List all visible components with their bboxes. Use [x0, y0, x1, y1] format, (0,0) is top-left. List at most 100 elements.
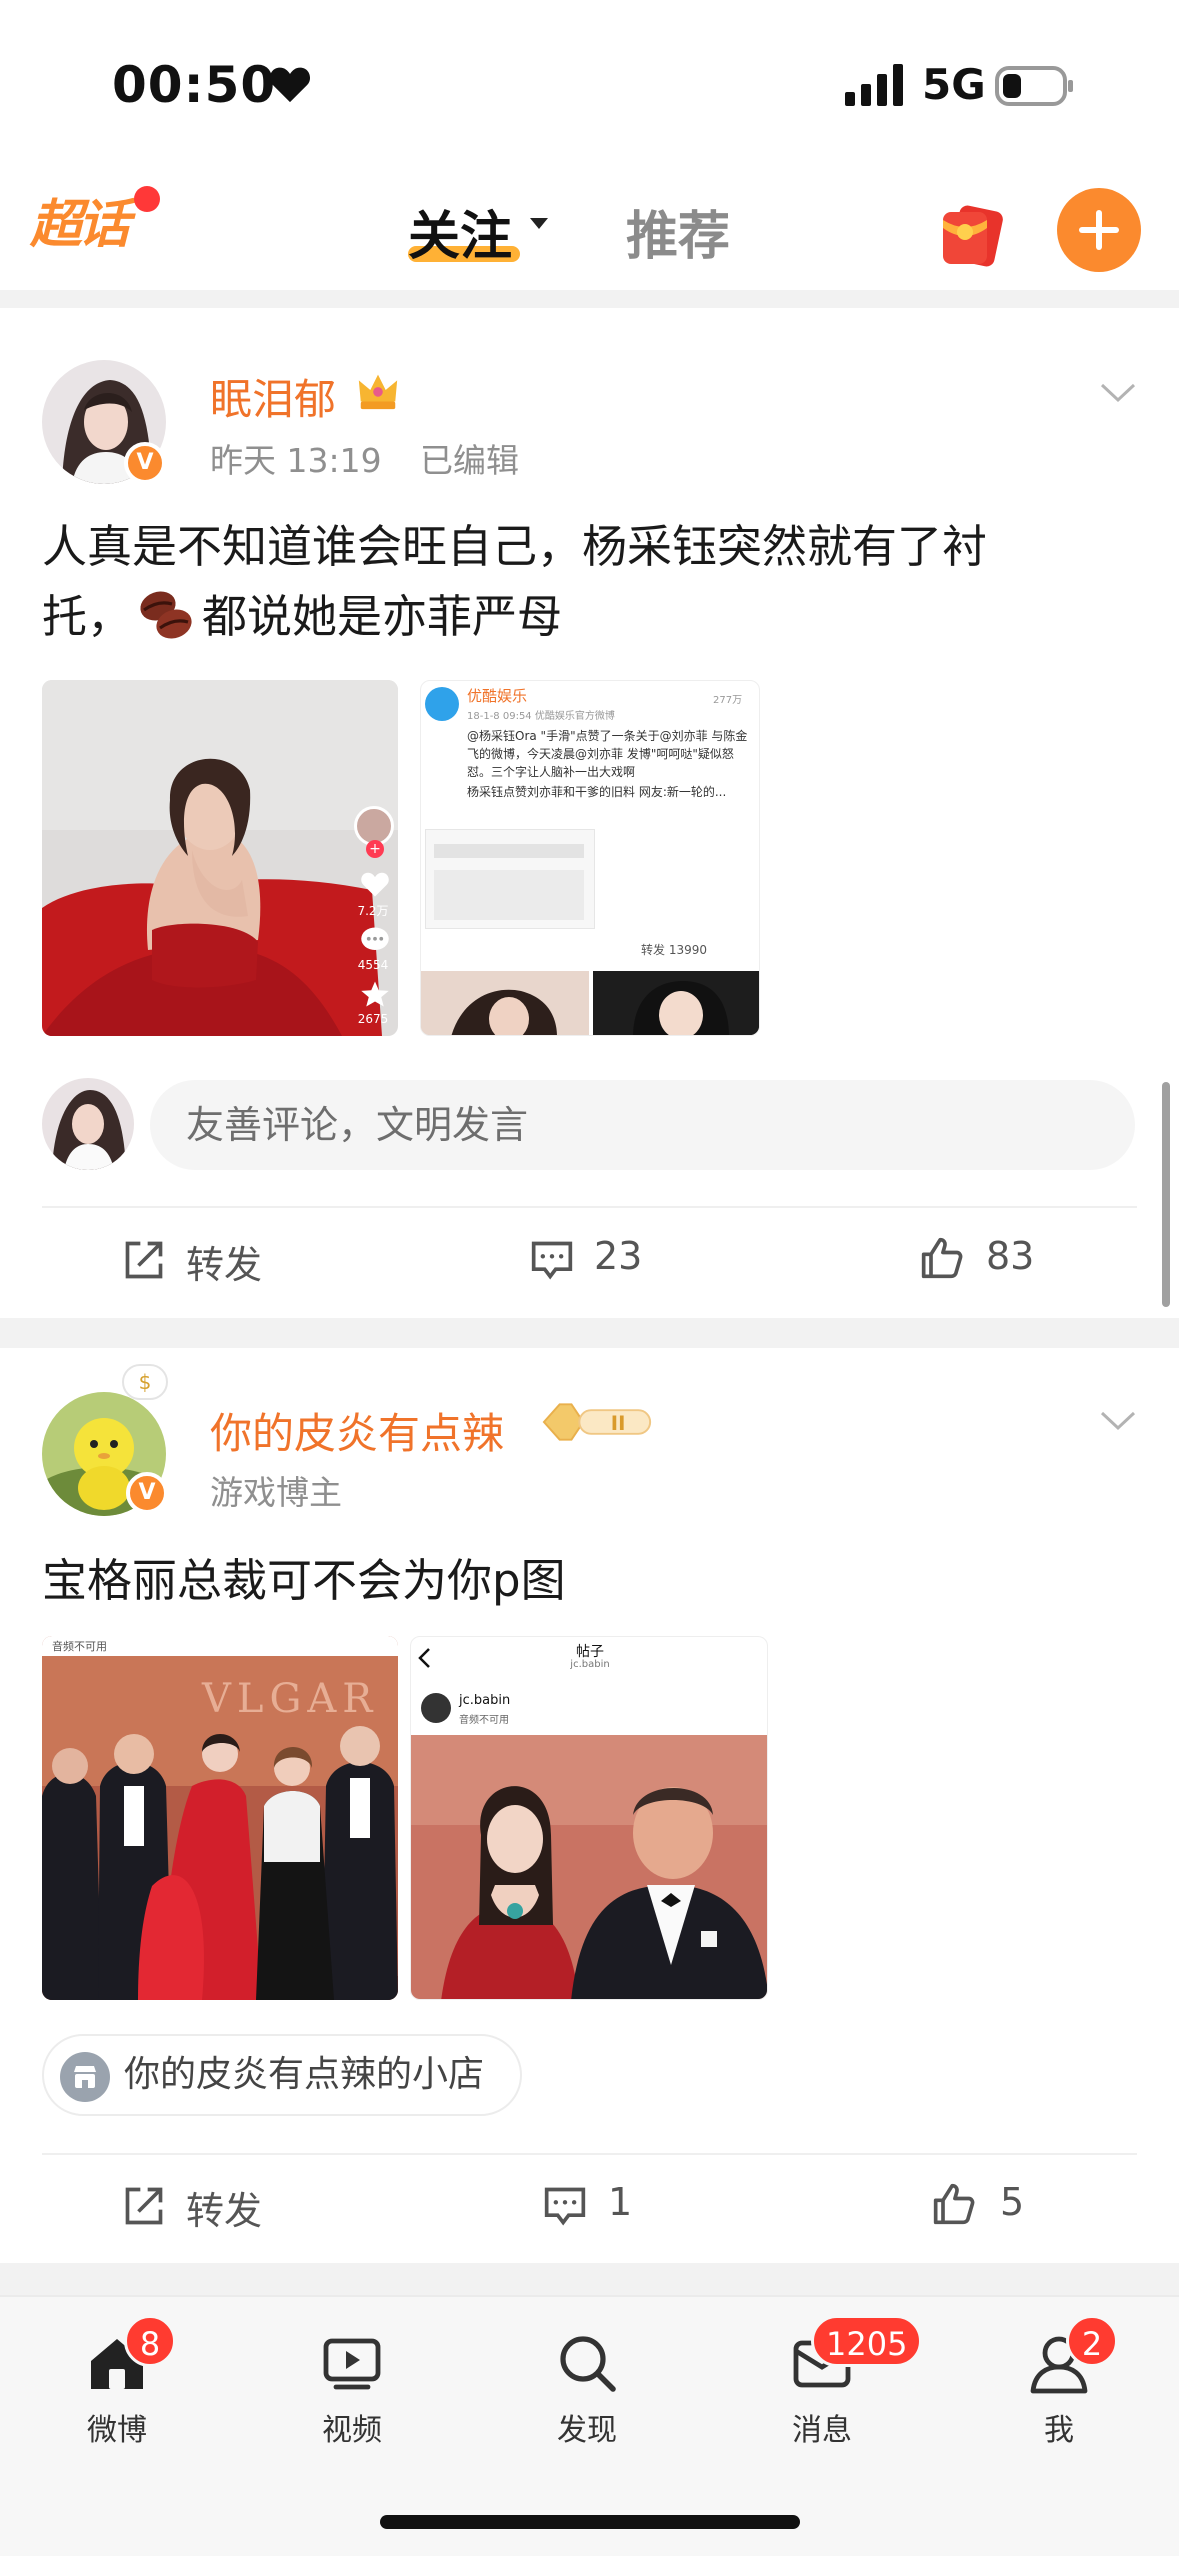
- coffee-beans-icon: [140, 591, 192, 639]
- comment-row: 友善评论，文明发言: [0, 1068, 1179, 1178]
- shop-icon: [60, 2052, 110, 2102]
- post-image[interactable]: 帖子 jc.babin jc.babin 音频不可用: [410, 1636, 768, 2000]
- svg-text:II: II: [611, 1412, 626, 1435]
- chaohua-logo: 超话: [30, 195, 130, 255]
- post-text: 宝格丽总裁可不会为你p图: [42, 1554, 566, 1607]
- source-sub: 18-1-8 09:54 优酷娱乐官方微博: [467, 711, 615, 722]
- section-gap: [0, 290, 1179, 308]
- tab-label: 消息: [792, 2413, 852, 2448]
- user-subtitle: 游戏博主: [210, 1473, 342, 1512]
- notification-badge: 8: [124, 2315, 176, 2367]
- chevron-down-icon[interactable]: [1100, 382, 1136, 404]
- chaohua-button[interactable]: 超话: [30, 194, 142, 256]
- followers-count: 277万: [713, 695, 743, 706]
- network-type: 5G: [922, 60, 986, 109]
- chevron-down-icon[interactable]: [1100, 1410, 1136, 1432]
- edited-label: 已编辑: [420, 441, 519, 480]
- heart-icon[interactable]: [360, 870, 390, 898]
- verified-badge: V: [126, 1472, 168, 1514]
- battery-icon: [995, 66, 1073, 106]
- shop-label: 你的皮炎有点辣的小店: [124, 2054, 485, 2095]
- tab-messages[interactable]: 消息 1205: [747, 2315, 923, 2477]
- youku-logo-icon: [425, 687, 459, 721]
- verified-badge: V: [124, 442, 166, 484]
- section-gap: [0, 1318, 1179, 1348]
- account-name: jc.babin: [459, 1693, 511, 1708]
- shop-link[interactable]: 你的皮炎有点辣的小店: [42, 2034, 523, 2116]
- embedded-screenshot: [425, 829, 595, 929]
- divider: [42, 2153, 1137, 2155]
- post-image[interactable]: 优酷娱乐 18-1-8 09:54 优酷娱乐官方微博 277万 @杨采钰Ora …: [420, 680, 760, 1036]
- photo-thumb: [421, 971, 589, 1035]
- tab-me[interactable]: 我 2: [984, 2315, 1134, 2477]
- like-count: 83: [986, 1234, 1035, 1278]
- thumbs-up-icon: [933, 2183, 975, 2225]
- feed-post: V 眠泪郁 昨天 13:19 已编辑 人真是不知道谁会旺自己，杨采钰突然就有了衬…: [0, 308, 1179, 1318]
- tab-label: 发现: [557, 2413, 617, 2448]
- comment-count: 1: [608, 2180, 633, 2224]
- like-count: 5: [1000, 2180, 1025, 2224]
- quoted-text-2: 杨采钰点赞刘亦菲和干爹的旧料 网友:新一轮的...: [467, 785, 727, 799]
- likes-count: 7.2万: [357, 904, 389, 918]
- user-name[interactable]: 你的皮炎有点辣: [210, 1400, 504, 1461]
- screen-subtitle: jc.babin: [570, 1659, 610, 1670]
- divider: [42, 1206, 1137, 1208]
- add-post-button[interactable]: [1057, 188, 1141, 272]
- repost-label: 转发: [186, 1243, 263, 1287]
- repost-icon: [125, 1241, 163, 1279]
- level-badge-icon: II: [542, 1403, 652, 1441]
- post-actions: 转发 23 83: [0, 1210, 1179, 1300]
- tab-recommend[interactable]: 推荐: [626, 194, 730, 269]
- stars-count: 2675: [357, 1012, 389, 1026]
- comment-bubble-icon[interactable]: [360, 926, 390, 954]
- heart-icon: [269, 67, 311, 103]
- comment-count: 23: [594, 1234, 643, 1278]
- post-text-line: 人真是不知道谁会旺自己，杨采钰突然就有了衬: [42, 520, 988, 573]
- section-gap: [0, 2263, 1179, 2295]
- comment-input[interactable]: 友善评论，文明发言: [150, 1080, 1135, 1170]
- sign-text: VLGAR: [202, 1676, 379, 1722]
- repost-icon: [125, 2187, 163, 2225]
- video-icon: [323, 2338, 381, 2390]
- post-image[interactable]: 音频不可用 VLGAR: [42, 1636, 398, 2000]
- home-indicator[interactable]: [380, 2515, 800, 2529]
- post-time: 昨天 13:19: [210, 441, 382, 480]
- feed-post: $ V 你的皮炎有点辣 II 游戏博主 宝格丽总裁可不会为你p图 音频不可用 V…: [0, 1348, 1179, 2263]
- tab-label: 微博: [87, 2413, 147, 2448]
- tab-follow[interactable]: 关注: [408, 194, 512, 269]
- thumbs-up-icon: [921, 1237, 963, 1279]
- search-icon: [560, 2336, 616, 2392]
- post-actions: 转发 1 5: [0, 2158, 1179, 2248]
- comment-icon: [544, 2187, 586, 2226]
- tab-weibo[interactable]: 微博 8: [42, 2315, 192, 2477]
- quoted-text: @杨采钰Ora "手滑"点赞了一条关于@刘亦菲 与陈金飞的微博，今天凌晨@刘亦菲…: [467, 729, 748, 779]
- tab-label: 视频: [322, 2413, 382, 2448]
- status-bar: 00:50 5G: [0, 0, 1179, 160]
- scrollbar[interactable]: [1162, 1082, 1170, 1307]
- crown-icon: [358, 374, 398, 410]
- account-avatar: [421, 1693, 451, 1723]
- comment-icon: [531, 1241, 573, 1280]
- star-icon[interactable]: [360, 980, 390, 1008]
- status-time: 00:50: [112, 56, 277, 114]
- post-text: 人真是不知道谁会旺自己，杨采钰突然就有了衬 托， 都说她是亦菲严母: [42, 512, 1132, 652]
- follow-plus-icon[interactable]: +: [366, 840, 384, 858]
- notification-badge: 2: [1066, 2315, 1118, 2367]
- audio-note: 音频不可用: [52, 1640, 107, 1653]
- user-name[interactable]: 眠泪郁: [210, 366, 336, 427]
- post-image[interactable]: + 7.2万 4554 2675: [42, 680, 398, 1036]
- tab-label: 我: [1044, 2413, 1074, 2448]
- red-packet-icon[interactable]: [935, 196, 1007, 268]
- photo-thumb: [593, 971, 759, 1035]
- chevron-down-icon[interactable]: [530, 218, 548, 229]
- audio-note: 音频不可用: [459, 1715, 509, 1726]
- repost-count: 转发 13990: [641, 943, 707, 957]
- source-name: 优酷娱乐: [467, 687, 528, 705]
- repost-label: 转发: [186, 2189, 263, 2233]
- comments-count: 4554: [357, 958, 389, 972]
- tab-discover[interactable]: 发现: [512, 2327, 662, 2477]
- my-avatar[interactable]: [42, 1078, 134, 1170]
- tab-video[interactable]: 视频: [277, 2327, 427, 2477]
- top-nav: 超话 关注 推荐: [0, 160, 1179, 290]
- notification-dot: [134, 186, 160, 212]
